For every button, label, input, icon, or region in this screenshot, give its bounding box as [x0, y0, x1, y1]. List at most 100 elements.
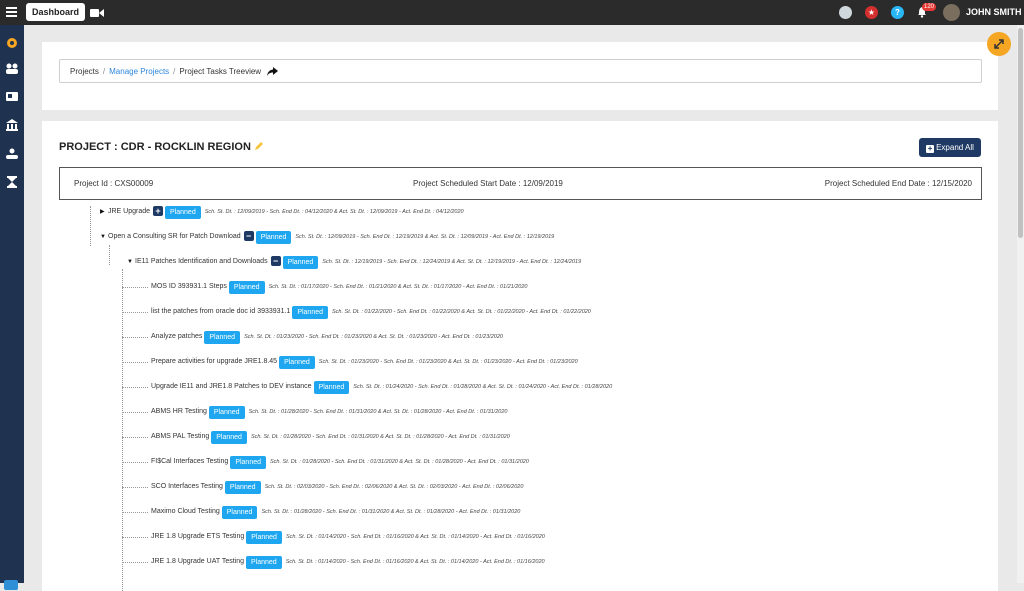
status-badge: Planned [165, 206, 201, 219]
tree-connector [122, 312, 148, 313]
status-badge: Planned [292, 306, 329, 319]
tree-node[interactable]: SCO Interfaces Testing Planned Sch. St. Dt… [151, 481, 524, 494]
breadcrumb-separator: / [173, 67, 176, 76]
tree-node[interactable]: Prepare activities for upgrade JRE1.8.45… [151, 356, 578, 369]
gear-icon[interactable] [5, 36, 19, 50]
task-name[interactable]: Maximo Cloud Testing [151, 508, 220, 515]
toggle-button[interactable]: + [153, 206, 164, 216]
pencil-icon[interactable] [254, 141, 264, 151]
caret-icon[interactable]: ▶ [100, 206, 108, 218]
tree-node[interactable]: Analyze patches Planned Sch. St. Dt. : 01/… [151, 331, 503, 344]
task-name[interactable]: ABMS PAL Testing [151, 433, 209, 440]
status-badge: Planned [279, 356, 315, 369]
tree-connector [122, 512, 148, 513]
tree-connector [122, 412, 148, 413]
caret-icon[interactable]: ▼ [127, 256, 135, 268]
tree-node[interactable]: ▼ Open a Consulting SR for Patch Download… [100, 231, 554, 244]
task-name[interactable]: SCO Interfaces Testing [151, 483, 223, 490]
hourglass-icon[interactable] [5, 175, 19, 189]
task-name[interactable]: list the patches from oracle doc id 3933… [151, 308, 290, 315]
task-dates: Sch. St. Dt. : 01/23/2020 - Sch. End Dt.… [318, 359, 578, 365]
handshake-icon[interactable] [5, 147, 19, 161]
task-name[interactable]: FI$Cal Interfaces Testing [151, 458, 228, 465]
status-badge: Planned [224, 481, 261, 494]
toggle-button[interactable]: − [270, 256, 281, 266]
tree-connector [122, 487, 148, 488]
fullscreen-toggle-button[interactable] [987, 32, 1011, 56]
notification-count-badge: 120 [922, 3, 937, 11]
tree-connector [122, 362, 148, 363]
tree-connector [122, 437, 148, 438]
toggle-button[interactable]: − [243, 231, 254, 241]
task-dates: Sch. St. Dt. : 01/23/2020 - Sch. End Dt.… [244, 334, 503, 340]
plus-icon: + [926, 144, 935, 153]
task-name[interactable]: MOS ID 393931.1 Steps [151, 283, 227, 290]
tree-connector [122, 462, 148, 463]
task-name[interactable]: JRE 1.8 Upgrade ETS Testing [151, 533, 244, 540]
project-end-date: Project Scheduled End Date : 12/15/2020 [824, 179, 972, 188]
top-bar: Dashboard ★ ? 120 JOHN SMITH [0, 0, 1024, 25]
tree-connector [90, 206, 91, 246]
status-badge: Planned [204, 331, 241, 344]
task-name[interactable]: Prepare activities for upgrade JRE1.8.45 [151, 358, 277, 365]
user-icon[interactable] [839, 6, 852, 19]
expand-arrows-icon [994, 39, 1004, 49]
tree-node[interactable]: MOS ID 393931.1 Steps Planned Sch. St. Dt.… [151, 281, 528, 294]
bank-icon[interactable] [5, 118, 19, 132]
tree-connector [122, 562, 148, 563]
status-badge: Planned [208, 406, 245, 419]
tree-node[interactable]: Upgrade IE11 and JRE1.8 Patches to DEV i… [151, 381, 612, 394]
user-name[interactable]: JOHN SMITH [966, 7, 1022, 17]
task-dates: Sch. St. Dt. : 02/03/2020 - Sch. End Dt.… [264, 484, 524, 490]
task-name[interactable]: Open a Consulting SR for Patch Download [108, 233, 241, 240]
task-dates: Sch. St. Dt. : 01/28/2020 - Sch. End Dt.… [248, 409, 508, 415]
tree-node[interactable]: ▼ IE11 Patches Identification and Downloa… [127, 256, 581, 269]
breadcrumb-manage-projects[interactable]: Manage Projects [109, 67, 169, 76]
tree-node[interactable]: JRE 1.8 Upgrade UAT Testing Planned Sch. S… [151, 556, 545, 569]
dashboard-button[interactable]: Dashboard [26, 3, 86, 21]
tree-connector [109, 245, 110, 265]
task-name[interactable]: JRE 1.8 Upgrade UAT Testing [151, 558, 244, 565]
status-badge: Planned [313, 381, 350, 394]
breadcrumb-projects[interactable]: Projects [70, 67, 99, 76]
tree-node[interactable]: list the patches from oracle doc id 3933… [151, 306, 591, 319]
breadcrumb: Projects / Manage Projects / Project Tasks T… [59, 59, 982, 83]
task-name[interactable]: ABMS HR Testing [151, 408, 207, 415]
status-badge: Planned [282, 256, 319, 269]
task-name[interactable]: JRE Upgrade [108, 208, 150, 215]
tree-node[interactable]: ABMS PAL Testing Planned Sch. St. Dt. : 01… [151, 431, 510, 444]
status-badge: Planned [255, 231, 292, 244]
project-id: Project Id : CXS00009 [74, 179, 154, 188]
menu-icon[interactable] [6, 7, 17, 17]
task-dates: Sch. St. Dt. : 01/17/2020 - Sch. End Dt.… [268, 284, 528, 290]
tree-node[interactable]: ▶ JRE Upgrade + Planned Sch. St. Dt. : 12/09… [100, 206, 464, 219]
tree-connector [122, 269, 123, 591]
task-dates: Sch. St. Dt. : 01/28/2020 - Sch. End Dt.… [270, 459, 529, 465]
tree-node[interactable]: Maximo Cloud Testing Planned Sch. St. Dt. … [151, 506, 521, 519]
avatar[interactable] [943, 4, 960, 21]
star-icon[interactable]: ★ [865, 6, 878, 19]
task-dates: Sch. St. Dt. : 01/22/2020 - Sch. End Dt.… [332, 309, 591, 315]
sidebar [0, 25, 24, 590]
tree-node[interactable]: ABMS HR Testing Planned Sch. St. Dt. : 01/… [151, 406, 508, 419]
app-icon[interactable] [4, 580, 18, 590]
breadcrumb-card: Projects / Manage Projects / Project Tasks T… [42, 42, 998, 110]
id-card-icon[interactable] [5, 89, 19, 103]
project-title-text: PROJECT : CDR - ROCKLIN REGION [59, 141, 251, 153]
users-icon[interactable] [5, 61, 19, 75]
help-icon[interactable]: ? [891, 6, 904, 19]
expand-all-button[interactable]: + Expand All [919, 138, 981, 157]
share-arrow-icon[interactable] [267, 67, 279, 76]
scrollbar-thumb[interactable] [1018, 28, 1023, 238]
tree-connector [122, 387, 148, 388]
task-name[interactable]: IE11 Patches Identification and Download… [135, 258, 268, 265]
project-start-date: Project Scheduled Start Date : 12/09/201… [413, 179, 563, 188]
task-name[interactable]: Analyze patches [151, 333, 202, 340]
task-name[interactable]: Upgrade IE11 and JRE1.8 Patches to DEV i… [151, 383, 312, 390]
tree-node[interactable]: FI$Cal Interfaces Testing Planned Sch. St.… [151, 456, 529, 469]
video-icon[interactable] [90, 8, 104, 18]
breadcrumb-separator: / [102, 67, 106, 76]
tree-node[interactable]: JRE 1.8 Upgrade ETS Testing Planned Sch. S… [151, 531, 545, 544]
caret-icon[interactable]: ▼ [100, 231, 108, 243]
task-dates: Sch. St. Dt. : 01/28/2020 - Sch. End Dt.… [261, 509, 521, 515]
